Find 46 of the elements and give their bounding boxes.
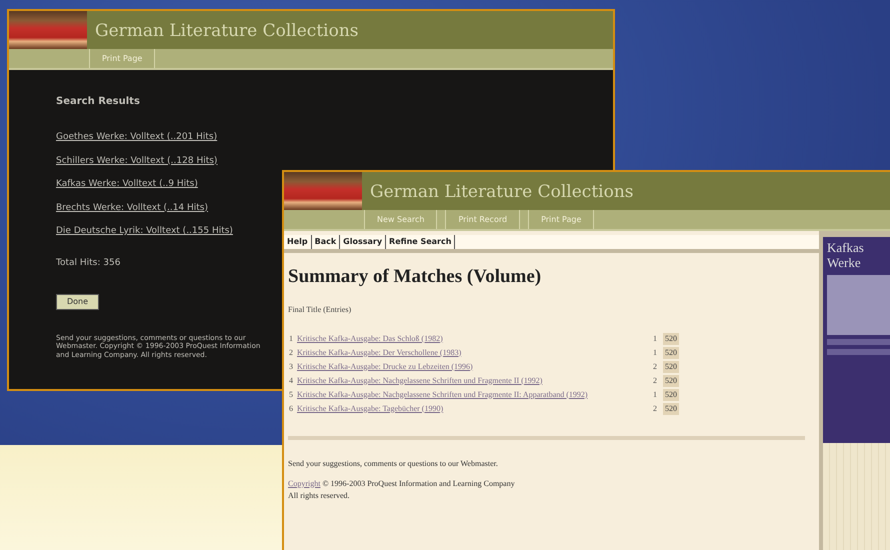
nav-link[interactable]: Help — [284, 235, 312, 249]
subheading: Final Title (Entries) — [288, 304, 352, 316]
match-link[interactable]: Kritische Kafka-Ausgabe: Drucke zu Lebzeiten (1996) — [297, 360, 653, 372]
nav-link[interactable]: Glossary — [340, 235, 386, 249]
results-heading: Search Results — [56, 95, 141, 109]
match-link[interactable]: Kritische Kafka-Ausgabe: Das Schloß (1982) — [297, 332, 653, 344]
banner-title: Kafkas Werke — [827, 241, 865, 271]
row-number: 3 — [289, 360, 294, 372]
done-button[interactable]: Done — [56, 294, 100, 310]
match-count: 2 — [653, 374, 658, 386]
match-count: 1 — [653, 346, 658, 358]
row-number: 1 — [289, 332, 294, 344]
match-count: 2 — [653, 360, 658, 372]
nav-link[interactable]: Refine Search — [386, 235, 456, 249]
result-link[interactable]: Schillers Werke: Volltext (..128 Hits) — [56, 154, 218, 168]
hits-count: 520 — [663, 360, 679, 372]
result-link[interactable]: Die Deutsche Lyrik: Volltext (..155 Hits) — [56, 225, 233, 238]
copyright-link[interactable]: Copyright — [288, 478, 320, 488]
match-link[interactable]: Kritische Kafka-Ausgabe: Tagebücher (1990) — [297, 402, 653, 414]
total-hits: Total Hits: 356 — [56, 256, 122, 270]
rights-text: All rights reserved. — [288, 490, 351, 502]
row-number: 2 — [289, 346, 294, 358]
nav-link[interactable]: Back — [312, 235, 340, 249]
copyright-text: © 1996-2003 ProQuest Information and Learning Company — [321, 478, 515, 488]
hits-count: 520 — [663, 402, 679, 414]
result-link[interactable]: Goethes Werke: Volltext (..201 Hits) — [56, 131, 218, 144]
site-title: German Literature Collections — [94, 20, 360, 43]
hits-count: 520 — [663, 374, 679, 386]
row-number: 6 — [289, 402, 294, 414]
match-link[interactable]: Kritische Kafka-Ausgabe: Der Verschollene (1983) — [297, 346, 653, 358]
match-count: 1 — [653, 332, 658, 344]
feedback-text: Send your suggestions, comments or questions to our Webmaster. — [288, 458, 499, 470]
page-heading: Summary of Matches (Volume) — [288, 265, 542, 289]
hits-count: 520 — [663, 332, 679, 344]
row-number: 5 — [289, 388, 294, 400]
row-number: 4 — [289, 374, 294, 386]
match-count: 2 — [653, 402, 658, 414]
site-title: German Literature Collections — [369, 181, 634, 204]
result-link[interactable]: Kafkas Werke: Volltext (..9 Hits) — [56, 178, 198, 192]
photo-placeholder — [827, 274, 890, 335]
match-link[interactable]: Kritische Kafka-Ausgabe: Nachgelassene Schriften und Fragmente II (1992) — [297, 374, 653, 386]
hits-count: 520 — [663, 346, 679, 358]
result-link[interactable]: Brechts Werke: Volltext (..14 Hits) — [56, 202, 208, 215]
match-link[interactable]: Kritische Kafka-Ausgabe: Nachgelassene Schriften und Fragmente II: Apparatband (1992) — [297, 388, 653, 400]
hits-count: 520 — [663, 388, 679, 400]
match-count: 1 — [653, 388, 658, 400]
